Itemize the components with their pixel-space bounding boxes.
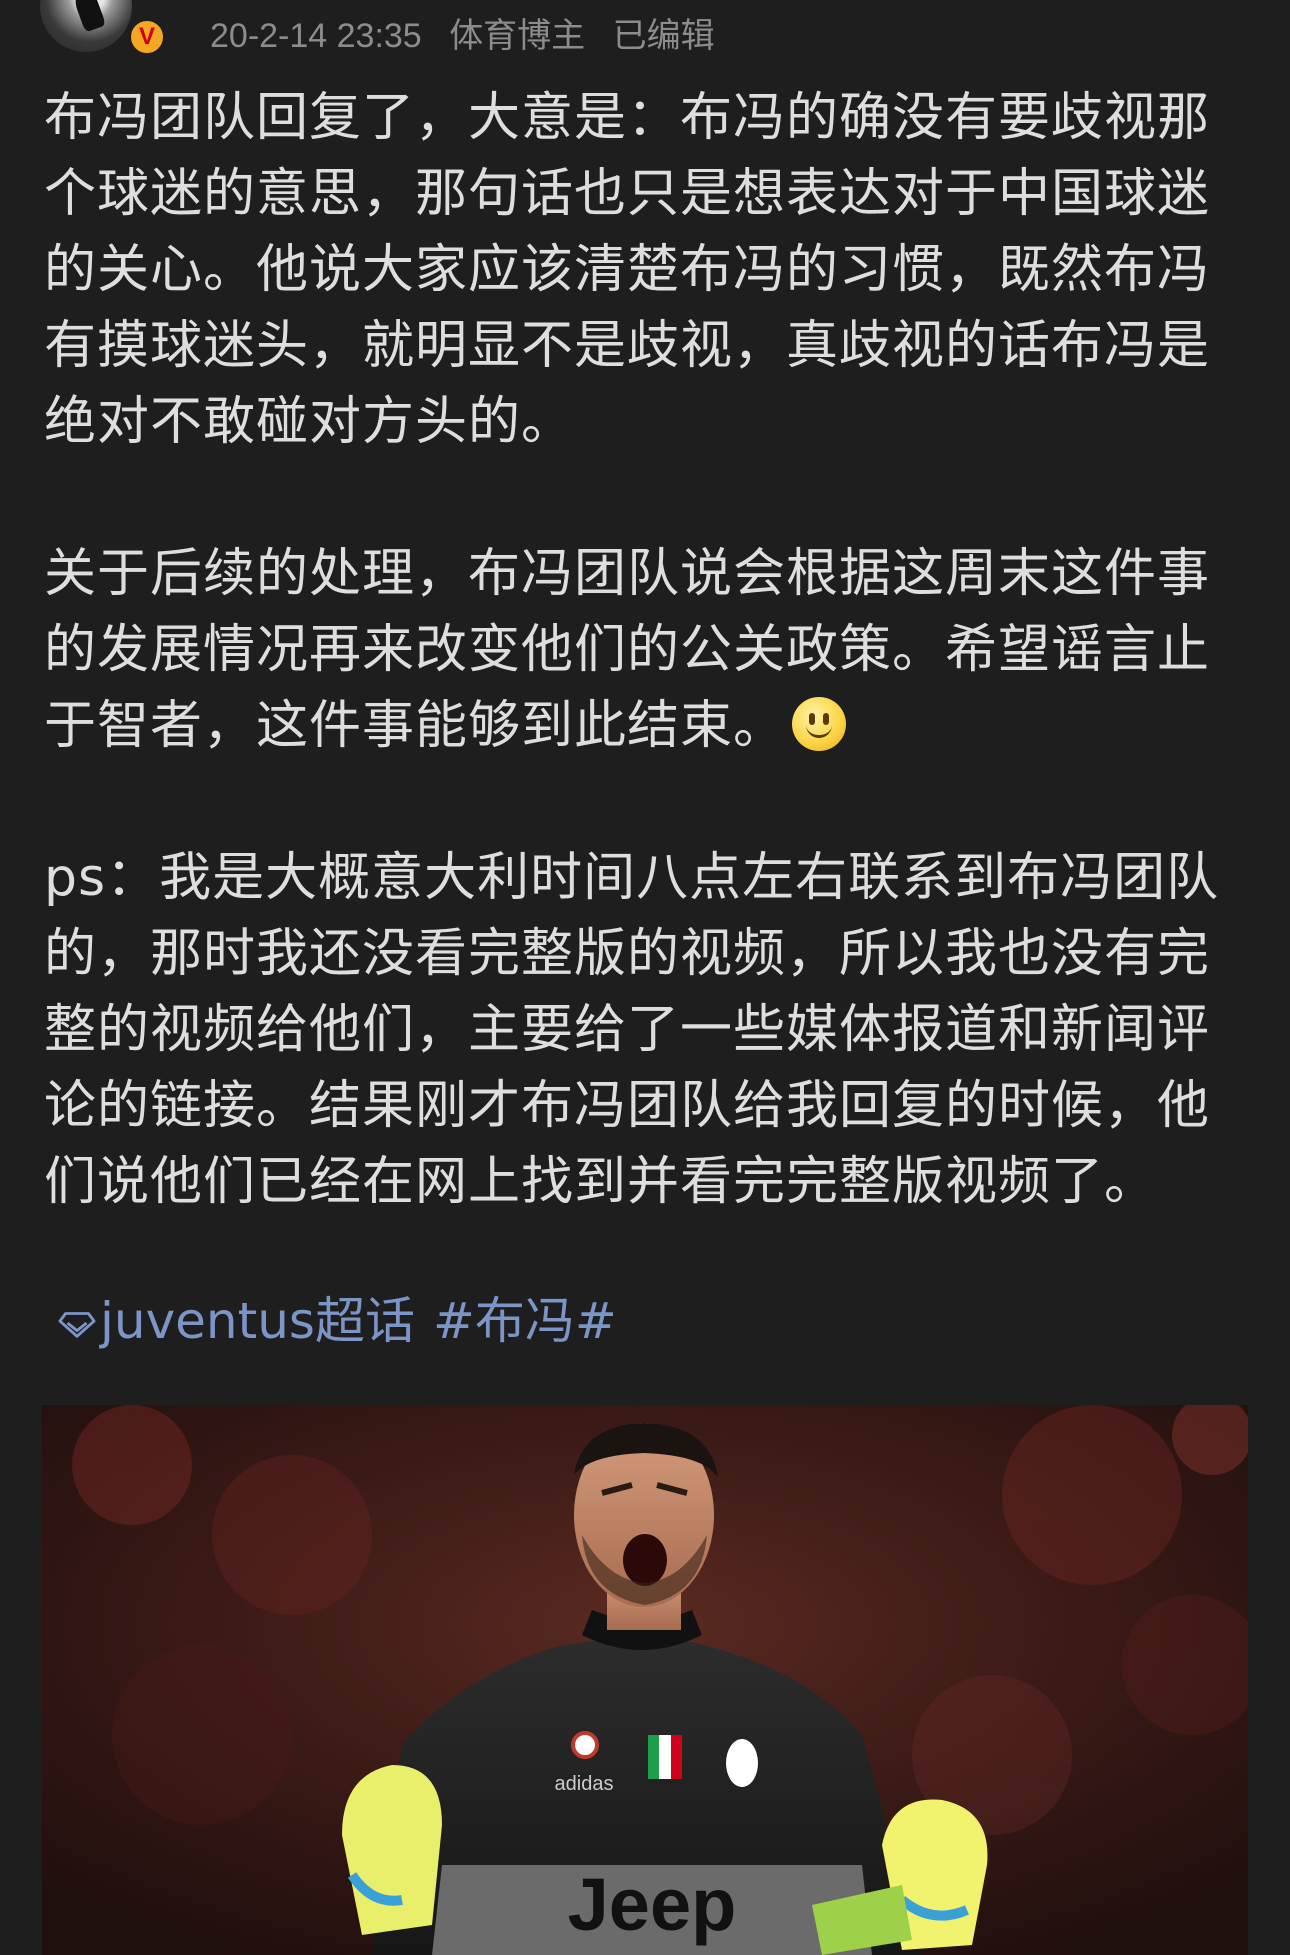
post-meta: 20-2-14 23:35 体育博主 已编辑 — [210, 8, 733, 57]
post-date: 20-2-14 23:35 — [210, 17, 422, 55]
goalkeeper-photo: Jeep adidas — [42, 1405, 1248, 1955]
post-content: 布冯团队回复了，大意是：布冯的确没有要歧视那个球迷的意思，那句话也只是想表达对于… — [44, 80, 1254, 1296]
post-header: V 20-2-14 23:35 体育博主 已编辑 — [40, 0, 1240, 60]
post-paragraph-3: ps：我是大概意大利时间八点左右联系到布冯团队的，那时我还没看完整版的视频，所以… — [44, 848, 1220, 1212]
svg-text:Jeep: Jeep — [568, 1863, 737, 1946]
post-source: 体育博主 — [449, 17, 586, 55]
post-paragraph-1: 布冯团队回复了，大意是：布冯的确没有要歧视那个球迷的意思，那句话也只是想表达对于… — [44, 88, 1211, 452]
super-topic-link[interactable]: juventus超话 — [100, 1292, 415, 1350]
post-paragraph-2-text: 关于后续的处理，布冯团队说会根据这周末这件事的发展情况再来改变他们的公关政策。希… — [44, 544, 1211, 756]
edited-label[interactable]: 已编辑 — [613, 17, 715, 55]
verified-badge-icon: V — [128, 18, 166, 56]
user-avatar[interactable] — [40, 0, 132, 52]
avatar-figure-icon — [71, 0, 107, 33]
post-paragraph-2: 关于后续的处理，布冯团队说会根据这周末这件事的发展情况再来改变他们的公关政策。希… — [44, 536, 1254, 764]
post-tags: juventus超话 #布冯# — [58, 1288, 635, 1354]
post-photo[interactable]: Jeep adidas — [42, 1405, 1248, 1955]
weibo-post: V 20-2-14 23:35 体育博主 已编辑 布冯团队回复了，大意是：布冯的… — [0, 0, 1290, 1955]
hashtag-link[interactable]: #布冯# — [433, 1292, 617, 1350]
svg-text:adidas: adidas — [555, 1773, 614, 1795]
diamond-icon — [58, 1312, 96, 1338]
smiley-face-icon — [792, 697, 847, 751]
